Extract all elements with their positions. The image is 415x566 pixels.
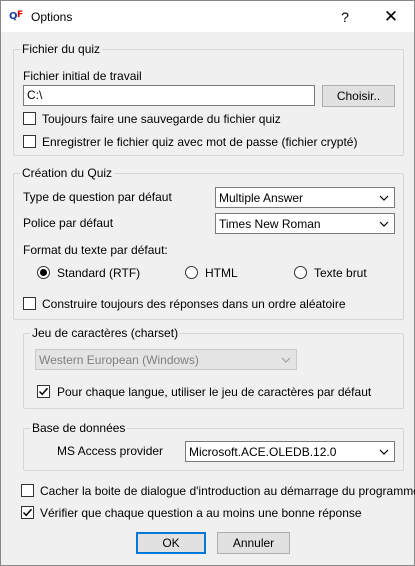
format-plain-text-radio[interactable]: [294, 266, 307, 279]
format-html-radio[interactable]: [185, 266, 198, 279]
app-icon: Q F: [9, 8, 25, 24]
choose-file-button[interactable]: Choisir..: [322, 85, 395, 107]
save-with-password-label: Enregistrer le fichier quiz avec mot de …: [42, 135, 358, 149]
checkmark-icon: [22, 508, 33, 517]
verify-correct-answer-checkbox[interactable]: [21, 506, 34, 519]
ms-access-provider-select[interactable]: Microsoft.ACE.OLEDB.12.0: [185, 441, 395, 462]
chevron-down-icon: [280, 353, 292, 367]
title-bar: Q F Options ? ✕: [1, 1, 414, 32]
window-title: Options: [31, 10, 73, 24]
default-font-value: Times New Roman: [219, 217, 321, 231]
svg-text:F: F: [17, 10, 23, 20]
close-icon: ✕: [383, 6, 399, 26]
format-plain-text-label: Texte brut: [314, 266, 367, 280]
always-backup-checkbox[interactable]: [23, 112, 36, 125]
options-dialog: Q F Options ? ✕ Fichier du quiz Fichier …: [0, 0, 415, 566]
random-order-checkbox[interactable]: [23, 297, 36, 310]
quiz-creation-legend: Création du Quiz: [20, 166, 115, 180]
quiz-file-legend: Fichier du quiz: [20, 42, 103, 56]
cancel-button[interactable]: Annuler: [217, 532, 290, 554]
initial-file-label: Fichier initial de travail: [23, 69, 142, 83]
save-with-password-checkbox[interactable]: [23, 135, 36, 148]
help-button[interactable]: ?: [322, 1, 368, 32]
chevron-down-icon: [378, 445, 390, 459]
default-question-type-label: Type de question par défaut: [23, 190, 172, 204]
default-font-select[interactable]: Times New Roman: [215, 213, 395, 234]
default-font-label: Police par défaut: [23, 216, 114, 230]
format-rtf-radio[interactable]: [37, 266, 50, 279]
verify-correct-answer-label: Vérifier que chaque question a au moins …: [40, 506, 362, 520]
hide-intro-label: Cacher la boite de dialogue d'introducti…: [40, 484, 415, 498]
radio-selected-dot: [40, 269, 47, 276]
initial-file-input[interactable]: C:\: [23, 85, 315, 106]
chevron-down-icon: [378, 217, 390, 231]
per-language-charset-label: Pour chaque langue, utiliser le jeu de c…: [57, 385, 372, 399]
help-icon: ?: [341, 8, 349, 25]
ms-access-provider-label: MS Access provider: [57, 444, 164, 458]
format-rtf-label: Standard (RTF): [57, 266, 141, 280]
default-question-type-select[interactable]: Multiple Answer: [215, 187, 395, 208]
default-question-type-value: Multiple Answer: [219, 191, 304, 205]
always-backup-label: Toujours faire une sauvegarde du fichier…: [42, 112, 281, 126]
random-order-label: Construire toujours des réponses dans un…: [42, 297, 346, 311]
close-button[interactable]: ✕: [368, 1, 414, 32]
database-legend: Base de données: [30, 421, 128, 435]
hide-intro-checkbox[interactable]: [21, 484, 34, 497]
chevron-down-icon: [378, 191, 390, 205]
ms-access-provider-value: Microsoft.ACE.OLEDB.12.0: [189, 445, 337, 459]
ok-button[interactable]: OK: [136, 532, 206, 554]
charset-value: Western European (Windows): [39, 353, 199, 367]
format-html-label: HTML: [205, 266, 238, 280]
checkmark-icon: [38, 387, 49, 396]
text-format-label: Format du texte par défaut:: [23, 243, 168, 257]
charset-select[interactable]: Western European (Windows): [35, 349, 297, 370]
charset-legend: Jeu de caractères (charset): [30, 326, 181, 340]
per-language-charset-checkbox[interactable]: [37, 385, 50, 398]
